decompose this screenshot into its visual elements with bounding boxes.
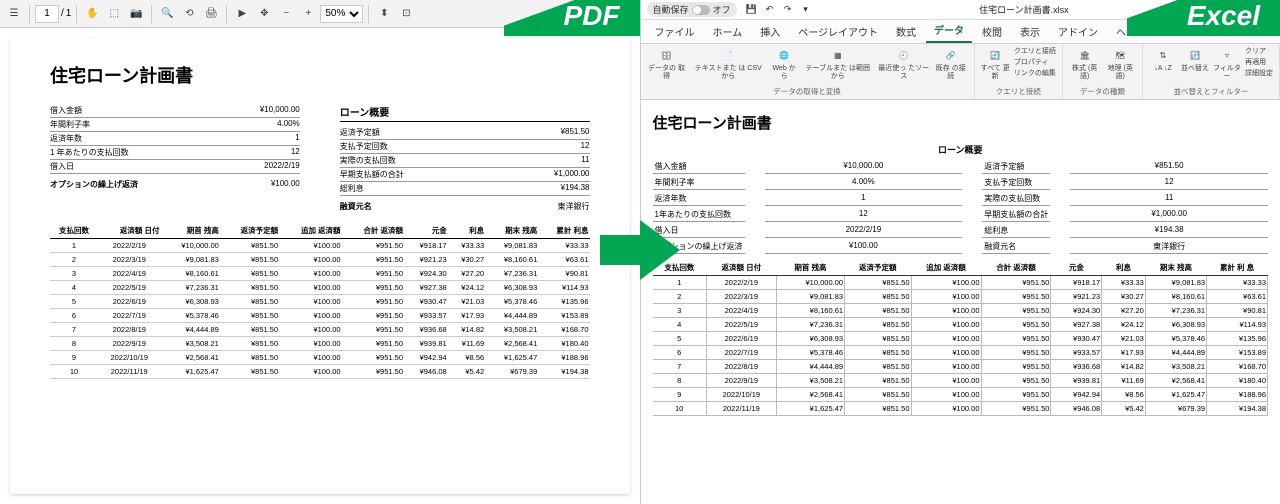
- tab-データ[interactable]: データ: [926, 18, 972, 43]
- redo-icon[interactable]: ↷: [781, 3, 795, 17]
- autosave-toggle[interactable]: 自動保存 オフ: [647, 2, 737, 17]
- find-icon[interactable]: 🔍: [157, 4, 177, 24]
- pdf-badge: PDF: [504, 0, 640, 36]
- table-row: 42022/5/19¥7,236.31¥851.50¥100.00¥951.50…: [653, 318, 1268, 332]
- tab-数式[interactable]: 数式: [888, 20, 924, 43]
- table-row: 22022/3/19¥9,081.83¥851.50¥100.00¥951.50…: [50, 253, 590, 267]
- table-row: 22022/3/19¥9,081.83¥851.50¥100.00¥951.50…: [653, 290, 1268, 304]
- sort-button[interactable]: 🔃並べ替え: [1181, 46, 1209, 73]
- rotate-icon[interactable]: ⟲: [179, 4, 199, 24]
- geography-button[interactable]: 🗺地理 (英語): [1104, 46, 1136, 80]
- table-row: 92022/10/19¥2,568.41¥851.50¥100.00¥951.5…: [50, 351, 590, 365]
- get-data-button[interactable]: 🗄データの 取得: [647, 46, 687, 80]
- doc-title: 住宅ローン計画書: [50, 62, 590, 88]
- loan-summary-grid: 借入金額¥10,000.00返済予定額¥851.50年間利子率4.00%支払予定…: [653, 160, 1269, 254]
- sheet-title: 住宅ローン計画書: [653, 112, 1269, 133]
- excel-sheet: 住宅ローン計画書 ローン概要 借入金額¥10,000.00返済予定額¥851.5…: [641, 100, 1280, 504]
- table-row: 92022/10/19¥2,568.41¥851.50¥100.00¥951.5…: [653, 388, 1268, 402]
- from-text-button[interactable]: 📄テキストまた は CSV から: [691, 46, 767, 80]
- zoom-in-icon[interactable]: +: [298, 4, 318, 24]
- select-icon[interactable]: ⬚: [104, 4, 124, 24]
- snapshot-icon[interactable]: 📷: [126, 4, 146, 24]
- pointer-icon[interactable]: ▶: [232, 4, 252, 24]
- table-row: 62022/7/19¥5,378.46¥851.50¥100.00¥951.50…: [50, 309, 590, 323]
- page-nav: /1: [35, 5, 71, 23]
- undo-icon[interactable]: ↶: [763, 3, 777, 17]
- tab-表示[interactable]: 表示: [1012, 20, 1048, 43]
- table-row: 82022/9/19¥3,508.21¥851.50¥100.00¥951.50…: [50, 337, 590, 351]
- filter-button[interactable]: ▿フィルター: [1213, 46, 1241, 80]
- tab-挿入[interactable]: 挿入: [752, 20, 788, 43]
- tab-アドイン[interactable]: アドイン: [1050, 20, 1106, 43]
- tab-ファイル[interactable]: ファイル: [647, 20, 703, 43]
- zoom-out-icon[interactable]: −: [276, 4, 296, 24]
- table-row: 42022/5/19¥7,236.31¥851.50¥100.00¥951.50…: [50, 281, 590, 295]
- from-web-button[interactable]: 🌐Web から: [770, 46, 798, 80]
- table-row: 82022/9/19¥3,508.21¥851.50¥100.00¥951.50…: [653, 374, 1268, 388]
- recent-sources-button[interactable]: 🕘最近使っ たソース: [878, 46, 930, 80]
- from-table-button[interactable]: ▦テーブルまた は範囲から: [802, 46, 873, 80]
- table-row: 62022/7/19¥5,378.46¥851.50¥100.00¥951.50…: [653, 346, 1268, 360]
- page-input[interactable]: [35, 5, 59, 23]
- ribbon: 🗄データの 取得 📄テキストまた は CSV から 🌐Web から ▦テーブルま…: [641, 44, 1280, 100]
- refresh-all-button[interactable]: 🔄すべて 更新: [981, 46, 1010, 80]
- arrow-icon: [600, 220, 680, 280]
- tab-ホーム[interactable]: ホーム: [705, 20, 751, 43]
- existing-conn-button[interactable]: 🔗既存 の接続: [934, 46, 968, 80]
- pan-icon[interactable]: ✥: [254, 4, 274, 24]
- excel-badge: Excel: [1127, 0, 1280, 36]
- table-row: 12022/2/19¥10,000.00¥851.50¥100.00¥951.5…: [653, 276, 1268, 290]
- hand-icon[interactable]: ✋: [82, 4, 102, 24]
- sort-az-button[interactable]: ⇅↓A ↓Z: [1149, 46, 1177, 73]
- overview-title: ローン概要: [340, 104, 590, 122]
- sidebar-toggle-icon[interactable]: ☰: [4, 4, 24, 24]
- zoom-select[interactable]: 50%: [320, 5, 363, 23]
- fit-page-icon[interactable]: ⊡: [396, 4, 416, 24]
- qat-more-icon[interactable]: ▾: [799, 3, 813, 17]
- table-row: 32022/4/19¥8,160.61¥851.50¥100.00¥951.50…: [50, 267, 590, 281]
- fit-width-icon[interactable]: ⬍: [374, 4, 394, 24]
- table-row: 102022/11/19¥1,625.47¥851.50¥100.00¥951.…: [653, 402, 1268, 416]
- save-icon[interactable]: 💾: [745, 3, 759, 17]
- table-row: 32022/4/19¥8,160.61¥851.50¥100.00¥951.50…: [653, 304, 1268, 318]
- schedule-table: 支払回数返済額 日付期首 残高返済予定額追加 返済額合計 返済額元金利息期末 残…: [50, 223, 590, 379]
- switch-icon[interactable]: [692, 5, 710, 15]
- table-row: 52022/6/19¥6,308.93¥851.50¥100.00¥951.50…: [653, 332, 1268, 346]
- pdf-document: 住宅ローン計画書 借入金額¥10,000.00 年間利子率4.00% 返済年数1…: [10, 38, 630, 494]
- tab-ページレイアウト[interactable]: ページレイアウト: [790, 20, 886, 43]
- table-row: 72022/8/19¥4,444.89¥851.50¥100.00¥951.50…: [653, 360, 1268, 374]
- table-row: 52022/6/19¥6,308.93¥851.50¥100.00¥951.50…: [50, 295, 590, 309]
- table-row: 72022/8/19¥4,444.89¥851.50¥100.00¥951.50…: [50, 323, 590, 337]
- stocks-button[interactable]: 🏛株式 (英語): [1069, 46, 1101, 80]
- print-icon[interactable]: 🖨: [201, 4, 221, 24]
- tab-校閲[interactable]: 校閲: [974, 20, 1010, 43]
- excel-schedule-table: 支払回数返済額 日付期首 残高返済予定額追加 返済額合計 返済額元金利息期末 残…: [653, 260, 1269, 416]
- table-row: 12022/2/19¥10,000.00¥851.50¥100.00¥951.5…: [50, 239, 590, 253]
- table-row: 102022/11/19¥1,625.47¥851.50¥100.00¥951.…: [50, 365, 590, 379]
